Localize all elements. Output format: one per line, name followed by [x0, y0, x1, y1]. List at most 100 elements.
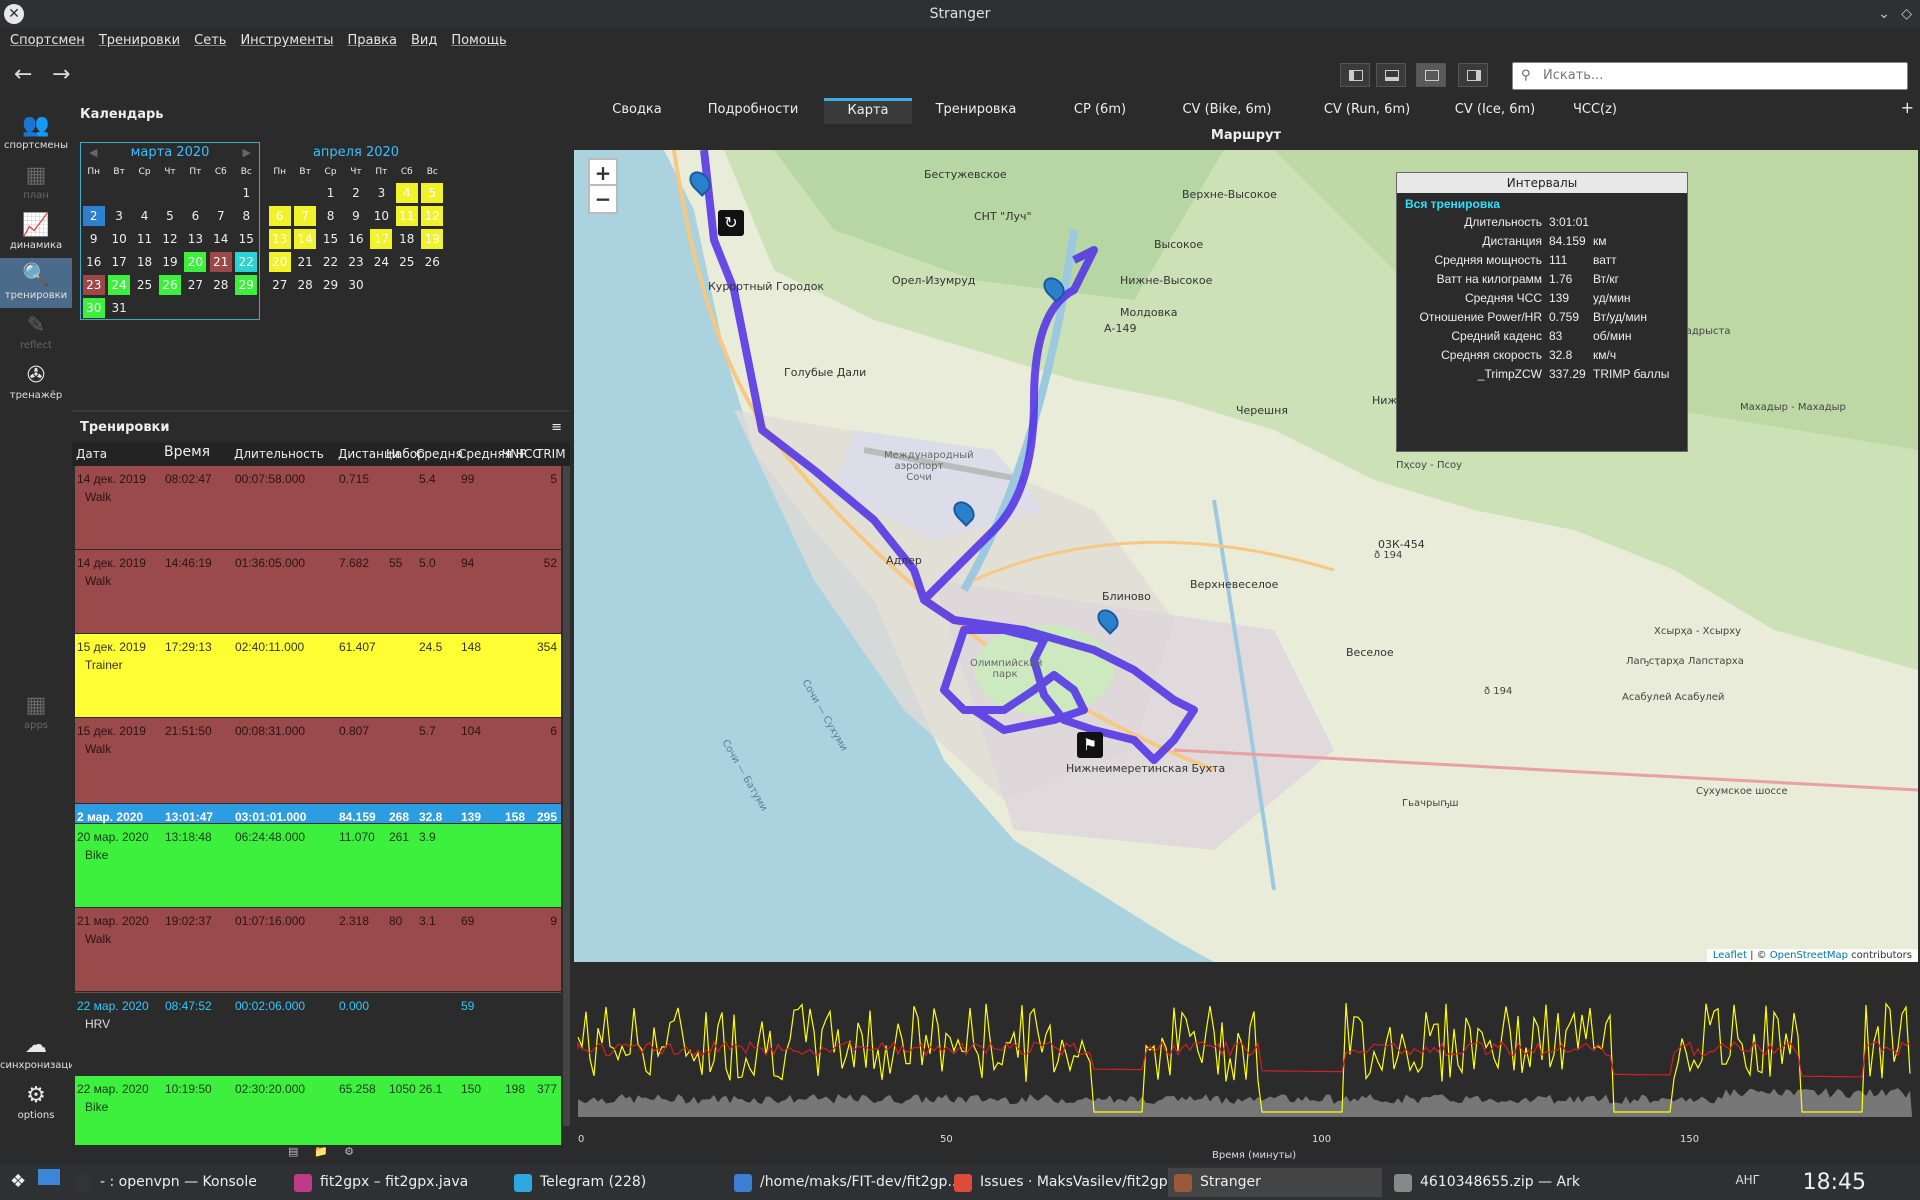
back-arrow-icon[interactable]: ←	[14, 62, 32, 87]
calendar-day[interactable]: 15	[234, 227, 259, 250]
tab-8[interactable]: ЧСС(z)	[1550, 98, 1640, 124]
maximize-icon[interactable]: ◇	[1901, 0, 1912, 28]
menu-item-1[interactable]: Тренировки	[99, 28, 180, 54]
app-launcher-icon[interactable]: ❖	[10, 1171, 26, 1192]
calendar-day[interactable]: 3	[369, 181, 394, 204]
tab-3[interactable]: Тренировка	[912, 98, 1040, 124]
calendar-day[interactable]: 24	[369, 250, 394, 273]
calendar-day[interactable]: 13	[183, 227, 208, 250]
calendar-day[interactable]: 1	[318, 181, 343, 204]
tab-2[interactable]: Карта	[824, 98, 912, 124]
layout-tabs-button[interactable]	[1416, 63, 1446, 87]
sidebar-item-1[interactable]: ▦ план	[0, 158, 72, 208]
calendar-day[interactable]: 22	[234, 250, 259, 273]
tab-6[interactable]: CV (Run, 6m)	[1294, 98, 1440, 124]
menu-item-0[interactable]: Спортсмен	[10, 28, 85, 54]
settings-icon[interactable]: ⚙	[344, 1145, 354, 1158]
start-marker-icon[interactable]: ↻	[718, 210, 744, 236]
calendar-day[interactable]: 29	[234, 273, 259, 296]
table-row[interactable]: 21 мар. 2020 19:02:37 01:07:16.000 2.318 80 3…	[75, 908, 561, 991]
layout-tiles-button[interactable]	[1458, 63, 1488, 87]
column-header[interactable]: Средня	[416, 447, 463, 461]
calendar-day[interactable]: 18	[394, 227, 419, 250]
calendar-day[interactable]: 22	[318, 250, 343, 273]
minimize-icon[interactable]: ⌄	[1878, 0, 1890, 28]
menu-item-2[interactable]: Сеть	[194, 28, 226, 54]
calendar-day[interactable]: 14	[292, 227, 317, 250]
calendar-day[interactable]: 9	[81, 227, 106, 250]
calendar-day[interactable]: 30	[343, 273, 368, 296]
workouts-scrollbar[interactable]	[563, 466, 570, 1126]
leaflet-link[interactable]: Leaflet	[1713, 950, 1747, 961]
column-header[interactable]: Длительность	[234, 447, 324, 461]
calendar-day[interactable]: 12	[157, 227, 182, 250]
column-header[interactable]: ЧNP	[502, 447, 526, 461]
table-row[interactable]: 14 дек. 2019 14:46:19 01:36:05.000 7.682 55 5…	[75, 550, 561, 633]
sidebar-item-0[interactable]: 👥 спортсмены	[0, 108, 72, 158]
calendar-day[interactable]: 23	[81, 273, 106, 296]
calendar-day[interactable]: 23	[343, 250, 368, 273]
calendar-day[interactable]: 17	[369, 227, 394, 250]
calendar-day[interactable]: 15	[318, 227, 343, 250]
finish-marker-icon[interactable]: ⚑	[1077, 732, 1103, 758]
calendar-day[interactable]: 11	[132, 227, 157, 250]
menu-item-6[interactable]: Помощь	[451, 28, 506, 54]
calendar-day[interactable]: 30	[81, 296, 106, 319]
add-tab-icon[interactable]: +	[1901, 98, 1914, 117]
calendar-day[interactable]: 24	[106, 273, 131, 296]
calendar-day[interactable]: 11	[394, 204, 419, 227]
calendar-day[interactable]: 6	[267, 204, 292, 227]
calendar-day[interactable]: 3	[106, 204, 131, 227]
ride-chart[interactable]: 0 50 100 150 Время (минуты)	[572, 964, 1920, 1164]
calendar-day[interactable]: 1	[234, 181, 259, 204]
folder-icon[interactable]: 📁	[314, 1145, 328, 1158]
search-input[interactable]: ⚲ Искать...	[1512, 62, 1908, 90]
menu-item-5[interactable]: Вид	[411, 28, 437, 54]
tab-1[interactable]: Подробности	[682, 98, 824, 124]
tab-0[interactable]: Сводка	[592, 98, 682, 124]
sidebar-item-8[interactable]: ⚙ options	[0, 1078, 72, 1128]
taskbar-item[interactable]: 4610348655.zip — Ark	[1388, 1168, 1602, 1197]
menu-item-3[interactable]: Инструменты	[240, 28, 333, 54]
column-header[interactable]: Время	[164, 444, 210, 460]
calendar-day[interactable]: 27	[267, 273, 292, 296]
table-row[interactable]: 22 мар. 2020 10:19:50 02:30:20.000 65.258 10…	[75, 1076, 561, 1145]
table-row[interactable]: 2 мар. 2020 13:01:47 03:01:01.000 84.159 268…	[75, 804, 561, 824]
menu-item-4[interactable]: Правка	[347, 28, 396, 54]
tab-4[interactable]: CP (6m)	[1040, 98, 1160, 124]
taskbar-item[interactable]: Issues · MaksVasilev/fit2gpx...	[948, 1168, 1189, 1197]
calendar-day[interactable]: 4	[394, 181, 419, 204]
calendar-day[interactable]: 18	[132, 250, 157, 273]
calendar-day[interactable]: 8	[234, 204, 259, 227]
sidebar-item-3[interactable]: 🔍 тренировки	[0, 258, 72, 308]
osm-link[interactable]: OpenStreetMap	[1770, 950, 1848, 961]
desktop-pager-icon[interactable]	[38, 1169, 60, 1185]
calendar-day[interactable]: 31	[106, 296, 131, 319]
calendar-day[interactable]: 20	[183, 250, 208, 273]
calendar-day[interactable]: 6	[183, 204, 208, 227]
route-map[interactable]: + − Бестужевское Верхне-Высокое СНТ "Луч" В…	[574, 150, 1918, 962]
table-row[interactable]: 14 дек. 2019 08:02:47 00:07:58.000 0.715 5.4…	[75, 466, 561, 549]
calendar-day[interactable]: 8	[318, 204, 343, 227]
prev-month-icon[interactable]: ◀	[89, 143, 97, 163]
calendar-day[interactable]: 5	[157, 204, 182, 227]
close-window-icon[interactable]: ✕	[4, 4, 24, 24]
taskbar-item[interactable]: - : openvpn — Konsole	[68, 1168, 282, 1197]
taskbar-item[interactable]: fit2gpx – fit2gpx.java	[288, 1168, 502, 1197]
calendar-day[interactable]: 13	[267, 227, 292, 250]
keyboard-layout-indicator[interactable]: АНГ	[1735, 1173, 1760, 1187]
calendar-day[interactable]: 17	[106, 250, 131, 273]
sidebar-item-6[interactable]: ▦ apps	[0, 688, 72, 738]
calendar-day[interactable]: 16	[343, 227, 368, 250]
workouts-menu-icon[interactable]: ≡	[551, 412, 562, 444]
calendar-day[interactable]: 4	[132, 204, 157, 227]
sidebar-item-4[interactable]: ✎ reflect	[0, 308, 72, 358]
calendar-day[interactable]: 2	[81, 204, 106, 227]
table-row[interactable]: 22 мар. 2020 08:47:52 00:02:06.000 0.000 59 H…	[75, 992, 561, 1075]
calendar-day[interactable]: 10	[106, 227, 131, 250]
calendar-day[interactable]: 25	[394, 250, 419, 273]
calendar-day[interactable]: 27	[183, 273, 208, 296]
column-header[interactable]: TRIM	[536, 447, 566, 461]
taskbar-item[interactable]: Stranger	[1168, 1168, 1382, 1197]
calendar-day[interactable]: 19	[420, 227, 445, 250]
